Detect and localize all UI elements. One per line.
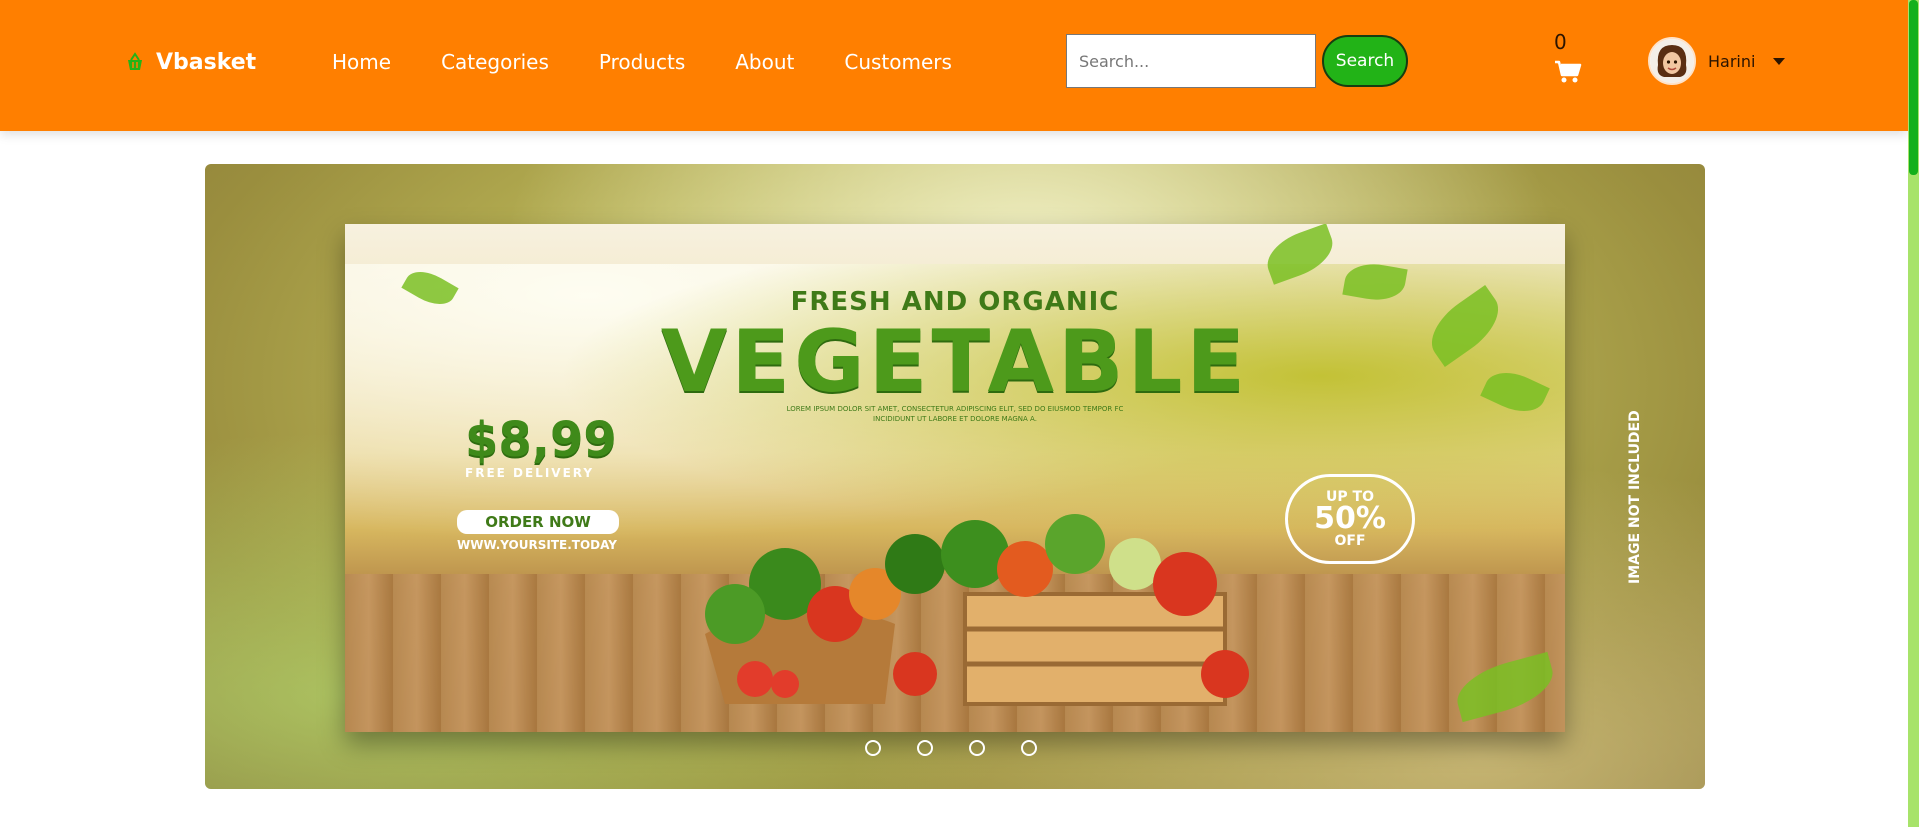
carousel-dot-4[interactable]: [1021, 740, 1037, 756]
cart-count: 0: [1554, 30, 1567, 54]
brand[interactable]: Vbasket: [124, 46, 256, 78]
offer-line-3: OFF: [1334, 533, 1366, 549]
nav-about[interactable]: About: [735, 50, 794, 74]
avatar: [1648, 37, 1696, 85]
basket-icon: [124, 51, 146, 73]
cart-icon: [1554, 60, 1582, 84]
hero-copy: LOREM IPSUM DOLOR SIT AMET, CONSECTETUR …: [786, 405, 1124, 423]
hero-carousel: FRESH AND ORGANIC VEGETABLE LOREM IPSUM …: [205, 164, 1705, 789]
scrollbar-thumb[interactable]: [1909, 0, 1918, 175]
promo-banner[interactable]: FRESH AND ORGANIC VEGETABLE LOREM IPSUM …: [345, 224, 1565, 732]
carousel-dot-1[interactable]: [865, 740, 881, 756]
user-name: Harini: [1708, 51, 1756, 71]
nav-customers[interactable]: Customers: [844, 50, 952, 74]
carousel-indicators: [865, 738, 1037, 758]
nav-home[interactable]: Home: [332, 50, 391, 74]
search-input[interactable]: [1066, 34, 1316, 88]
brand-name: Vbasket: [156, 49, 257, 75]
carousel-dot-2[interactable]: [917, 740, 933, 756]
produce-illustration: [665, 474, 1265, 714]
cart[interactable]: 0: [1552, 28, 1592, 88]
promo-price: $8,99: [465, 412, 617, 468]
nav-products[interactable]: Products: [599, 50, 685, 74]
top-header: Vbasket Home Categories Products About C…: [0, 0, 1908, 131]
search-button[interactable]: Search: [1322, 35, 1408, 87]
main-nav: Home Categories Products About Customers: [332, 46, 952, 78]
promo-delivery: FREE DELIVERY: [465, 466, 595, 480]
user-menu[interactable]: Harini: [1648, 36, 1786, 86]
promo-website: WWW.YOURSITE.TODAY: [457, 538, 617, 552]
image-not-included-note: IMAGE NOT INCLUDED: [1627, 410, 1643, 584]
chevron-down-icon[interactable]: [1773, 57, 1786, 65]
order-now-button[interactable]: ORDER NOW: [457, 510, 619, 534]
nav-categories[interactable]: Categories: [441, 50, 549, 74]
offer-line-2: 50%: [1314, 501, 1386, 536]
offer-badge: UP TO 50% OFF: [1285, 474, 1415, 564]
hero-headline: VEGETABLE: [660, 312, 1250, 412]
carousel-dot-3[interactable]: [969, 740, 985, 756]
